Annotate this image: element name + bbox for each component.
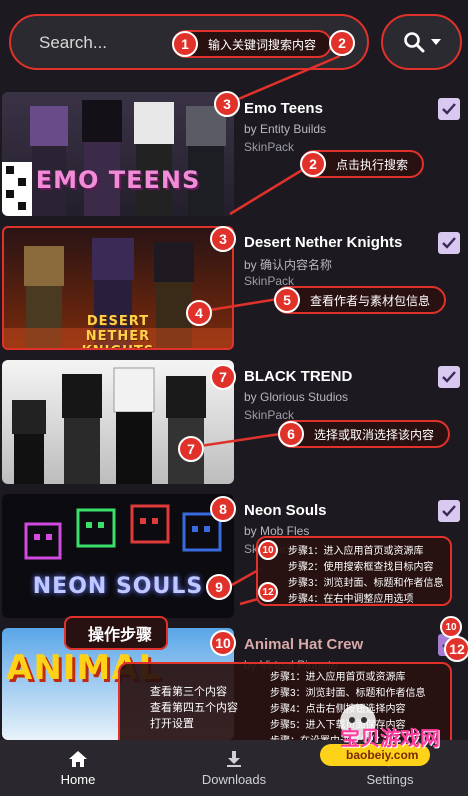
step-badge: 9 (206, 574, 232, 600)
step-line: 查看第四五个内容 (150, 702, 238, 714)
home-icon (69, 750, 87, 767)
step-badge: 12 (444, 636, 468, 662)
callout-text: 选择或取消选择该内容 (314, 427, 435, 442)
step-line: 步骤4：在右中调整应用选项 (288, 594, 414, 605)
step-badge: 10 (440, 616, 462, 638)
step-badge: 8 (210, 496, 236, 522)
step-badge: 4 (186, 300, 212, 326)
callout-search-hint: 1 输入关键词搜索内容 (172, 30, 333, 58)
nav-label: Downloads (201, 771, 267, 787)
nav-label: Home (60, 771, 96, 787)
callout-text: 查看作者与素材包信息 (310, 293, 431, 308)
step-line: 步骤3：浏览封面、标题和作者信息 (288, 578, 444, 589)
step-badge: 7 (210, 364, 236, 390)
nav-downloads[interactable]: Downloads (156, 740, 312, 796)
steps-title: 操作步骤 (64, 616, 169, 650)
step-badge: 3 (214, 91, 240, 117)
step-line: 步骤2：使用搜索框查找目标内容 (288, 562, 434, 573)
callout-text: 输入关键词搜索内容 (208, 37, 317, 52)
step-badge: 2 (329, 30, 355, 56)
step-badge: 6 (278, 421, 304, 447)
nav-home[interactable]: Home (0, 740, 156, 796)
step-line: 步骤1：进入应用首页或资源库 (270, 672, 406, 683)
step-badge: 5 (274, 287, 300, 313)
callout-toggle-select: 6 选择或取消选择该内容 (278, 420, 451, 448)
app-screen: EMO TEENS Emo Teens by Entity Builds Ski… (0, 0, 468, 796)
steps-box-3: 查看第三个内容 查看第四五个内容 打开设置 (150, 684, 238, 732)
step-badge: 2 (300, 151, 326, 177)
step-badge: 1 (172, 31, 198, 57)
callout-view-author: 5 查看作者与素材包信息 (274, 286, 447, 314)
nav-label: Settings (366, 771, 414, 787)
callout-text: 点击执行搜索 (336, 157, 409, 172)
watermark-title: 宝贝游戏网 (340, 728, 440, 750)
step-badge: 7 (178, 436, 204, 462)
step-line: 打开设置 (150, 718, 194, 730)
step-badge: 10 (210, 630, 236, 656)
watermark-url: baobeiy.com (346, 748, 419, 762)
step-line: 步骤1：进入应用首页或资源库 (288, 546, 424, 557)
steps-box-1: 步骤1：进入应用首页或资源库 步骤2：使用搜索框查找目标内容 步骤3：浏览封面、… (256, 536, 452, 606)
watermark-logo: 宝贝游戏网 baobeiy.com (300, 700, 440, 770)
step-badge: 12 (258, 582, 278, 602)
download-icon (227, 750, 241, 767)
step-badge: 3 (210, 226, 236, 252)
step-line: 查看第三个内容 (150, 686, 227, 698)
callout-execute-search: 2 点击执行搜索 (300, 150, 425, 178)
step-badge: 10 (258, 540, 278, 560)
